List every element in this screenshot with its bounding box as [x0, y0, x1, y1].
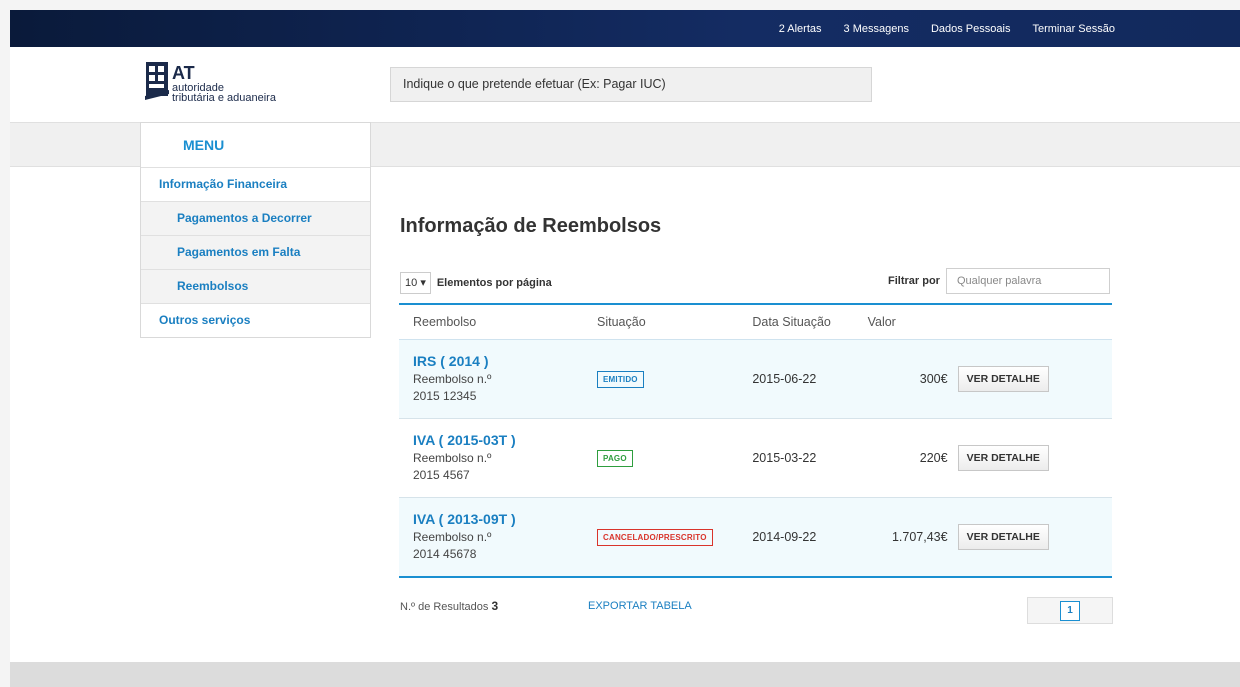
- pagination-next[interactable]: [1083, 598, 1112, 623]
- status-cell: PAGO: [597, 418, 753, 498]
- refund-cell: IVA ( 2015-03T ) Reembolso n.º 2015 4567: [399, 418, 597, 498]
- per-page-value: 10: [405, 277, 418, 289]
- personal-data-link[interactable]: Dados Pessoais: [931, 23, 1011, 35]
- refund-cell: IRS ( 2014 ) Reembolso n.º 2015 12345: [399, 339, 597, 419]
- table-header-row: Reembolso Situação Data Situação Valor: [399, 304, 1112, 340]
- page-title: Informação de Reembolsos: [400, 215, 662, 237]
- action-cell: VER DETALHE: [947, 339, 1112, 419]
- at-emblem-icon: [145, 62, 169, 100]
- messages-link[interactable]: 3 Messagens: [844, 23, 909, 35]
- column-header-situacao[interactable]: Situação: [597, 304, 753, 340]
- action-cell: VER DETALHE: [947, 497, 1112, 578]
- refund-number-label: Reembolso n.º: [413, 530, 492, 544]
- status-cell: EMITIDO: [597, 339, 753, 419]
- results-count: N.º de Resultados 3: [400, 599, 498, 613]
- pagination-prev[interactable]: [1028, 598, 1057, 623]
- refund-title-link[interactable]: IVA ( 2013-09T ): [413, 511, 597, 527]
- view-detail-button[interactable]: VER DETALHE: [957, 366, 1049, 392]
- date-cell: 2015-03-22: [752, 418, 868, 498]
- view-detail-button[interactable]: VER DETALHE: [957, 524, 1049, 550]
- value-cell: 300€: [867, 339, 948, 419]
- date-cell: 2014-09-22: [752, 497, 868, 578]
- results-label: N.º de Resultados: [400, 601, 489, 613]
- per-page-control: 10 ▾ Elementos por página: [400, 272, 552, 294]
- view-detail-button[interactable]: VER DETALHE: [957, 445, 1049, 471]
- value-cell: 1.707,43€: [867, 497, 948, 578]
- logout-link[interactable]: Terminar Sessão: [1032, 23, 1115, 35]
- column-header-data-situacao[interactable]: Data Situação: [752, 304, 868, 340]
- status-badge: CANCELADO/PRESCRITO: [597, 528, 713, 546]
- status-badge: PAGO: [597, 449, 633, 467]
- table-row: IRS ( 2014 ) Reembolso n.º 2015 12345 EM…: [399, 339, 1112, 419]
- date-cell: 2015-06-22: [752, 339, 868, 419]
- logo-abbr: AT: [172, 63, 195, 83]
- action-cell: VER DETALHE: [947, 418, 1112, 498]
- refund-number: 2015 12345: [413, 389, 477, 403]
- top-nav: 2 Alertas 3 Messagens Dados Pessoais Ter…: [779, 10, 1115, 47]
- filter-input[interactable]: Qualquer palavra: [946, 268, 1110, 294]
- sidebar-item-informacao-financeira[interactable]: Informação Financeira: [141, 168, 370, 202]
- value-cell: 220€: [867, 418, 948, 498]
- column-header-reembolso[interactable]: Reembolso: [399, 304, 597, 340]
- export-table-link[interactable]: EXPORTAR TABELA: [588, 600, 692, 612]
- refund-number: 2015 4567: [413, 468, 470, 482]
- logo-line-2: tributária e aduaneira: [172, 92, 276, 104]
- filter-label: Filtrar por: [888, 275, 940, 287]
- sidebar-item-reembolsos[interactable]: Reembolsos: [141, 270, 370, 304]
- sidebar-menu: MENU Informação Financeira Pagamentos a …: [140, 122, 371, 338]
- refunds-table: Reembolso Situação Data Situação Valor I…: [399, 303, 1112, 578]
- menu-title: MENU: [141, 123, 370, 168]
- alerts-link[interactable]: 2 Alertas: [779, 23, 822, 35]
- global-search-input[interactable]: Indique o que pretende efetuar (Ex: Paga…: [390, 67, 872, 102]
- refund-title-link[interactable]: IRS ( 2014 ): [413, 353, 597, 369]
- per-page-select[interactable]: 10 ▾: [400, 272, 431, 294]
- sidebar-item-outros-servicos[interactable]: Outros serviços: [141, 304, 370, 337]
- at-logo[interactable]: AT autoridade tributária e aduaneira: [145, 60, 335, 108]
- column-header-valor[interactable]: Valor: [867, 304, 948, 340]
- chevron-down-icon: ▾: [420, 277, 426, 289]
- pagination: 1: [1027, 597, 1113, 624]
- refund-title-link[interactable]: IVA ( 2015-03T ): [413, 432, 597, 448]
- footer: [10, 662, 1240, 687]
- sidebar-item-pagamentos-a-decorrer[interactable]: Pagamentos a Decorrer: [141, 202, 370, 236]
- refund-number: 2014 45678: [413, 547, 477, 561]
- header: AT autoridade tributária e aduaneira Ind…: [10, 47, 1240, 122]
- per-page-label: Elementos por página: [436, 277, 552, 289]
- sidebar-item-pagamentos-em-falta[interactable]: Pagamentos em Falta: [141, 236, 370, 270]
- refund-number-label: Reembolso n.º: [413, 451, 492, 465]
- results-number: 3: [491, 599, 499, 613]
- refund-number-label: Reembolso n.º: [413, 372, 492, 386]
- pagination-page-current[interactable]: 1: [1060, 601, 1080, 621]
- status-cell: CANCELADO/PRESCRITO: [597, 497, 753, 578]
- top-bar: 2 Alertas 3 Messagens Dados Pessoais Ter…: [10, 10, 1240, 47]
- column-header-actions: [947, 304, 1112, 340]
- table-row: IVA ( 2015-03T ) Reembolso n.º 2015 4567…: [399, 418, 1112, 498]
- status-badge: EMITIDO: [597, 370, 644, 388]
- page: 2 Alertas 3 Messagens Dados Pessoais Ter…: [10, 10, 1240, 687]
- table-row: IVA ( 2013-09T ) Reembolso n.º 2014 4567…: [399, 497, 1112, 578]
- refund-cell: IVA ( 2013-09T ) Reembolso n.º 2014 4567…: [399, 497, 597, 578]
